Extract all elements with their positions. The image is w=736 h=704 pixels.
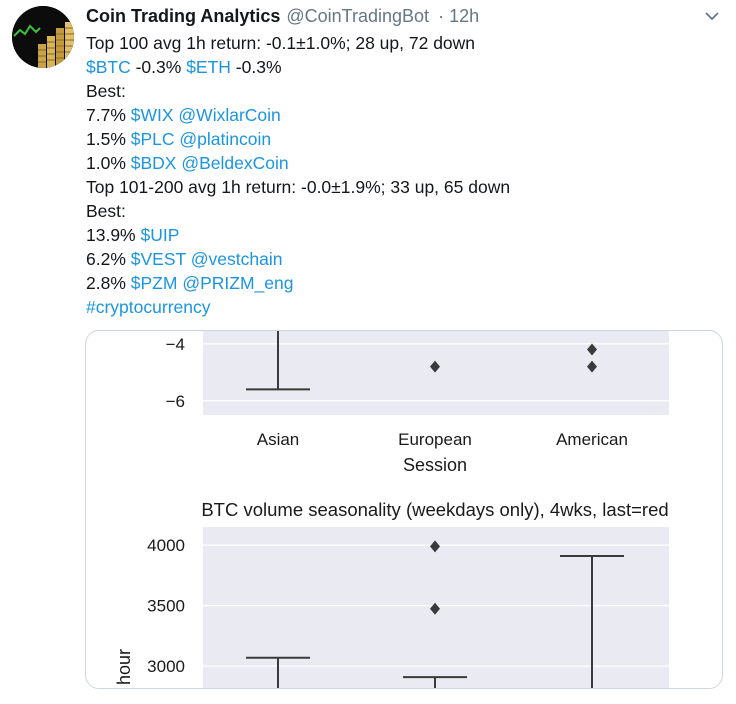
cashtag-link[interactable]: $ETH xyxy=(186,57,231,77)
mention-link[interactable]: @vestchain xyxy=(191,249,283,269)
cashtag-link[interactable]: $BDX xyxy=(131,153,177,173)
mention-link[interactable]: @PRIZM_eng xyxy=(182,273,293,293)
y-tick-label: 4000 xyxy=(147,536,185,555)
tweet-text-segment: Best: xyxy=(86,81,126,101)
x-tick-label: European xyxy=(398,430,472,449)
tweet-line: 6.2% $VEST @vestchain xyxy=(86,247,716,271)
author-name[interactable]: Coin Trading Analytics xyxy=(86,6,280,26)
tweet-text-segment: Top 101-200 avg 1h return: -0.0±1.9%; 33… xyxy=(86,177,511,197)
x-tick-label: American xyxy=(556,430,628,449)
tweet-text-segment: -0.3% xyxy=(130,57,187,77)
hashtag-link[interactable]: #cryptocurrency xyxy=(86,297,211,317)
mention-link[interactable]: @WixlarCoin xyxy=(178,105,280,125)
x-tick-label: Asian xyxy=(257,430,300,449)
x-axis-label: Session xyxy=(403,455,467,475)
tweet-line: 1.0% $BDX @BeldexCoin xyxy=(86,151,716,175)
y-tick-label: −6 xyxy=(166,392,185,411)
tweet-text: Top 100 avg 1h return: -0.1±1.0%; 28 up,… xyxy=(86,31,716,319)
cashtag-link[interactable]: $BTC xyxy=(86,57,131,77)
tweet-line: 1.5% $PLC @platincoin xyxy=(86,127,716,151)
cashtag-link[interactable]: $WIX xyxy=(131,105,174,125)
mention-link[interactable]: @platincoin xyxy=(179,129,271,149)
tweet-text-segment: 1.0% xyxy=(86,153,131,173)
timestamp[interactable]: · 12h xyxy=(438,6,479,26)
tweet-text-segment: 7.7% xyxy=(86,105,131,125)
tweet-line: 2.8% $PZM @PRIZM_eng xyxy=(86,271,716,295)
cashtag-link[interactable]: $PZM xyxy=(131,273,178,293)
y-axis-label: hour xyxy=(114,649,134,685)
tweet-line: 7.7% $WIX @WixlarCoin xyxy=(86,103,716,127)
y-tick-label: −4 xyxy=(166,335,185,354)
tweet-line: Best: xyxy=(86,199,716,223)
cashtag-link[interactable]: $UIP xyxy=(140,225,179,245)
chart-title: BTC volume seasonality (weekdays only), … xyxy=(201,499,668,520)
chart-image: −4 −6 Asian European American Session BTC volu… xyxy=(114,331,669,688)
chart-image-card[interactable]: −4 −6 Asian European American Session BTC volu… xyxy=(85,330,723,689)
cashtag-link[interactable]: $PLC xyxy=(131,129,175,149)
chevron-down-icon[interactable] xyxy=(704,10,720,22)
coin-stack-chart-icon xyxy=(12,6,74,68)
tweet-text-segment: Best: xyxy=(86,201,126,221)
tweet-text-segment: 13.9% xyxy=(86,225,141,245)
tweet-line: Top 100 avg 1h return: -0.1±1.0%; 28 up,… xyxy=(86,31,716,55)
tweet-line: 13.9% $UIP xyxy=(86,223,716,247)
tweet-text-segment: 1.5% xyxy=(86,129,131,149)
tweet-header: Coin Trading Analytics @CoinTradingBot · … xyxy=(86,4,479,28)
tweet-text-segment: 2.8% xyxy=(86,273,131,293)
y-tick-label: 3000 xyxy=(147,657,185,676)
tweet-line: Top 101-200 avg 1h return: -0.0±1.9%; 33… xyxy=(86,175,716,199)
mention-link[interactable]: @BeldexCoin xyxy=(181,153,288,173)
author-handle[interactable]: @CoinTradingBot xyxy=(286,6,429,26)
tweet-text-segment: Top 100 avg 1h return: -0.1±1.0%; 28 up,… xyxy=(86,33,476,53)
tweet-line: #cryptocurrency xyxy=(86,295,716,319)
cashtag-link[interactable]: $VEST xyxy=(131,249,186,269)
tweet-line: Best: xyxy=(86,79,716,103)
tweet-text-segment: -0.3% xyxy=(230,57,282,77)
y-tick-label: 3500 xyxy=(147,597,185,616)
avatar[interactable] xyxy=(12,6,74,68)
tweet-line: $BTC -0.3% $ETH -0.3% xyxy=(86,55,716,79)
tweet-text-segment: 6.2% xyxy=(86,249,131,269)
